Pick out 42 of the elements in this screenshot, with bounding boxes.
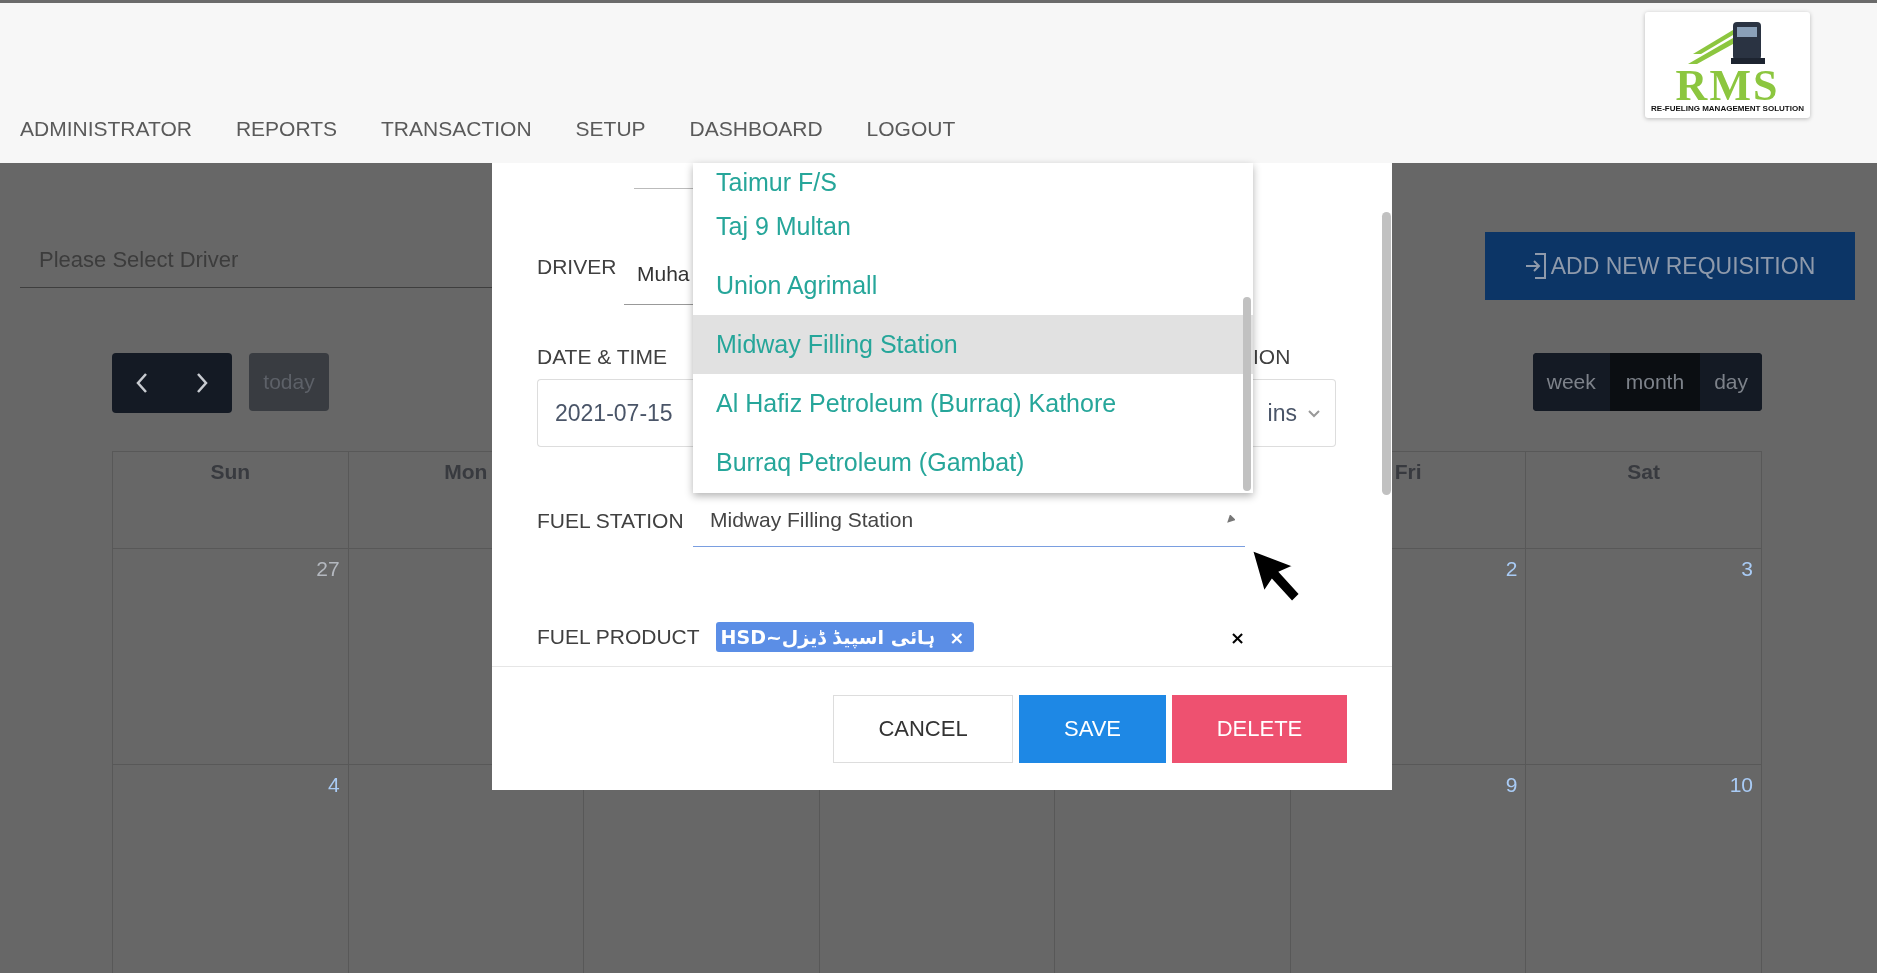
- dropdown-option[interactable]: Union Agrimall: [693, 256, 1253, 315]
- clear-button[interactable]: ×: [1229, 626, 1245, 648]
- cancel-button[interactable]: CANCEL: [833, 695, 1013, 763]
- day-number[interactable]: 4: [327, 773, 340, 973]
- scrollbar-thumb[interactable]: [1382, 212, 1391, 495]
- field-label: DATE & TIME: [537, 345, 668, 369]
- logo-subtitle: RE-FUELING MANAGEMENT SOLUTION: [1651, 104, 1804, 113]
- field-label: ION: [1253, 345, 1291, 369]
- dropdown-option[interactable]: Burraq Petroleum (Gambat): [693, 433, 1253, 492]
- day-number[interactable]: 10: [1729, 773, 1753, 973]
- tag-label: HSD~ہائی اسپیڈ ڈیزل: [720, 626, 936, 648]
- scrollbar-thumb[interactable]: [1243, 297, 1251, 491]
- add-requisition-button[interactable]: ADD NEW REQUISITION: [1485, 232, 1855, 300]
- delete-button[interactable]: DELETE: [1172, 695, 1347, 763]
- day-number[interactable]: 27: [316, 557, 340, 764]
- dropdown-option[interactable]: Taimur F/S: [693, 163, 1253, 197]
- dropdown-option[interactable]: Midway Filling Station: [693, 315, 1253, 374]
- caret-icon: [1225, 515, 1235, 525]
- field-label: FUEL STATION: [537, 508, 685, 533]
- save-button[interactable]: SAVE: [1019, 695, 1166, 763]
- chevron-left-icon: [135, 372, 149, 394]
- day-number[interactable]: 2: [1505, 557, 1518, 764]
- remove-tag-button[interactable]: ×: [949, 626, 965, 648]
- logo-title: RMS: [1675, 68, 1780, 104]
- fuel-station-select[interactable]: Midway Filling Station: [693, 494, 1245, 547]
- day-number[interactable]: 3: [1741, 557, 1753, 764]
- field-label: FUEL PRODUCT: [537, 625, 700, 649]
- nav-menu-item[interactable]: ADMINISTRATOR: [20, 117, 192, 141]
- field-label: DRIVER: [537, 255, 618, 280]
- mouse-cursor-icon: [1250, 548, 1302, 604]
- nav-menu-item[interactable]: TRANSACTION: [381, 117, 532, 141]
- nav-menu-item[interactable]: SETUP: [575, 117, 646, 141]
- nav-menu-item[interactable]: REPORTS: [235, 117, 338, 141]
- day-number[interactable]: 9: [1505, 773, 1518, 973]
- view-tab[interactable]: month: [1609, 353, 1701, 411]
- nav-menu-item[interactable]: LOGOUT: [866, 117, 956, 141]
- chevron-down-icon: [1307, 408, 1321, 418]
- chevron-right-icon: [195, 372, 209, 394]
- dropdown-option[interactable]: Al Hafiz Petroleum (Burraq) Kathore: [693, 374, 1253, 433]
- nav-menu-item[interactable]: DASHBOARD: [689, 117, 823, 141]
- dropdown-option[interactable]: Taj 9 Multan: [693, 197, 1253, 256]
- sign-in-icon: [1524, 252, 1547, 280]
